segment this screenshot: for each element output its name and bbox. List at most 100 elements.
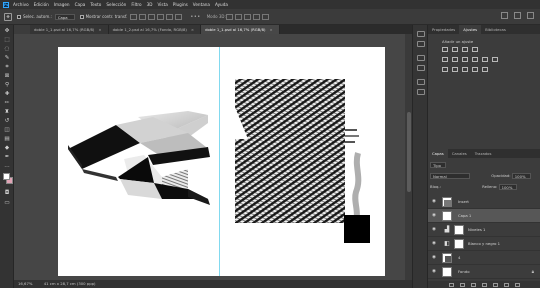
menu-edicion[interactable]: Edición (34, 2, 49, 7)
auto-select-checkbox[interactable] (17, 14, 21, 19)
menu-seleccion[interactable]: Selección (106, 2, 126, 7)
new-group-icon[interactable] (492, 282, 498, 287)
tab-doc-1[interactable]: doble 1_1.psd al 16,7% (RGB/8) × (30, 25, 109, 34)
blend-mode-dropdown[interactable]: Normal (430, 173, 470, 179)
menu-texto[interactable]: Texto (90, 2, 101, 7)
history-panel-icon[interactable] (417, 31, 425, 37)
gradient-map-icon[interactable] (472, 67, 478, 72)
layer-row[interactable]: ◉ Insert (428, 195, 540, 209)
blur-tool-icon[interactable]: ◆ (3, 145, 11, 152)
3d-slide-icon[interactable] (252, 13, 260, 20)
delete-layer-icon[interactable] (514, 282, 520, 287)
close-icon[interactable]: × (269, 27, 272, 32)
menu-plugins[interactable]: Plugins (173, 2, 188, 7)
menu-capa[interactable]: Capa (75, 2, 86, 7)
actions-panel-icon[interactable] (417, 89, 425, 95)
pen-tool-icon[interactable]: ✒ (3, 154, 11, 161)
scrollbar-thumb[interactable] (406, 112, 411, 192)
layer-style-icon[interactable] (459, 282, 465, 287)
eye-icon[interactable]: ◉ (432, 213, 438, 218)
frame-tool-icon[interactable]: ⊠ (3, 73, 11, 80)
align-top-icon[interactable] (157, 13, 165, 20)
layer-row[interactable]: ◉ ▟ Niveles 1 (428, 223, 540, 237)
layer-filter-dropdown[interactable]: Tipo (430, 162, 446, 168)
screen-mode-icon[interactable]: ▭ (3, 200, 11, 207)
brush-settings-panel-icon[interactable] (417, 41, 425, 47)
align-bottom-icon[interactable] (175, 13, 183, 20)
artboard-tool-icon[interactable]: ⬚ (3, 37, 11, 44)
search-icon[interactable] (501, 12, 508, 19)
align-right-icon[interactable] (148, 13, 156, 20)
tab-canales[interactable]: Canales (448, 149, 471, 158)
exposure-icon[interactable] (472, 47, 478, 52)
eyedropper-tool-icon[interactable]: ⚲ (3, 82, 11, 89)
auto-select-dropdown[interactable]: Capa (54, 13, 75, 20)
3d-rotate-icon[interactable] (225, 13, 233, 20)
menu-ventana[interactable]: Ventana (193, 2, 210, 7)
layer-row[interactable]: ◉ ◧ Blanco y negro 1 (428, 237, 540, 251)
lock-icon[interactable]: 🔒︎ (532, 269, 534, 275)
selective-color-icon[interactable] (482, 67, 488, 72)
tab-propiedades[interactable]: Propiedades (428, 25, 459, 34)
photoshop-logo-icon[interactable]: Ps (3, 1, 9, 8)
layer-name[interactable]: Insert (458, 195, 469, 209)
fill-input[interactable]: 100% (498, 184, 518, 190)
foreground-color-swatch[interactable] (3, 173, 10, 180)
channel-mixer-icon[interactable] (492, 57, 498, 62)
brightness-contrast-icon[interactable] (442, 47, 448, 52)
3d-pan-icon[interactable] (243, 13, 251, 20)
eye-icon[interactable]: ◉ (432, 269, 438, 274)
crop-tool-icon[interactable]: ⌗ (3, 64, 11, 71)
tab-trazados[interactable]: Trazados (471, 149, 496, 158)
curves-icon[interactable] (462, 47, 468, 52)
more-tools-icon[interactable]: … (3, 163, 11, 170)
invert-icon[interactable] (442, 67, 448, 72)
lasso-tool-icon[interactable]: ◌ (3, 46, 11, 53)
eye-icon[interactable]: ◉ (432, 255, 438, 260)
layer-row[interactable]: ◉ 4 (428, 251, 540, 265)
tab-ajustes[interactable]: Ajustes (459, 25, 482, 34)
vibrance-icon[interactable] (442, 57, 448, 62)
tab-bibliotecas[interactable]: Bibliotecas (481, 25, 510, 34)
levels-icon[interactable] (452, 47, 458, 52)
photo-filter-icon[interactable] (482, 57, 488, 62)
share-icon[interactable] (527, 12, 534, 19)
quick-mask-icon[interactable]: ◘ (3, 190, 11, 197)
tab-doc-3[interactable]: doble 1_1.psd al 16,7% (RGB/8) × (201, 25, 280, 34)
layer-row-selected[interactable]: ◉ Capa 1 (428, 209, 540, 223)
tab-doc-2[interactable]: doble 1_2.psd al 16,7% (Fondo, RGB/8) × (108, 25, 202, 34)
menu-imagen[interactable]: Imagen (54, 2, 70, 7)
brush-tool-icon[interactable]: ✏ (3, 100, 11, 107)
workspace-icon[interactable] (514, 12, 521, 19)
posterize-icon[interactable] (452, 67, 458, 72)
vertical-scrollbar[interactable] (405, 34, 412, 280)
black-white-icon[interactable] (472, 57, 478, 62)
layer-name[interactable]: Blanco y negro 1 (468, 237, 500, 251)
3d-roll-icon[interactable] (234, 13, 242, 20)
character-panel-icon[interactable] (417, 55, 425, 61)
quick-select-tool-icon[interactable]: ✎ (3, 55, 11, 62)
zoom-level[interactable]: 16,67% (18, 281, 32, 286)
new-layer-icon[interactable] (503, 282, 509, 287)
eye-icon[interactable]: ◉ (432, 227, 438, 232)
info-panel-icon[interactable] (417, 79, 425, 85)
new-adjustment-icon[interactable] (481, 282, 487, 287)
align-center-icon[interactable] (139, 13, 147, 20)
clone-stamp-tool-icon[interactable]: ♜ (3, 109, 11, 116)
document-canvas[interactable] (58, 47, 385, 276)
layer-row[interactable]: ◉ Fondo 🔒︎ (428, 265, 540, 279)
layer-name[interactable]: Capa 1 (458, 209, 471, 223)
tab-capas[interactable]: Capas (428, 149, 448, 158)
move-tool-icon[interactable]: ✥ (3, 28, 11, 35)
gradient-tool-icon[interactable]: ▤ (3, 136, 11, 143)
eye-icon[interactable]: ◉ (432, 241, 438, 246)
menu-archivo[interactable]: Archivo (13, 2, 29, 7)
align-middle-icon[interactable] (166, 13, 174, 20)
align-left-icon[interactable] (130, 13, 138, 20)
eye-icon[interactable]: ◉ (432, 199, 438, 204)
menu-ayuda[interactable]: Ayuda (215, 2, 228, 7)
opacity-input[interactable]: 100% (511, 173, 531, 179)
3d-scale-icon[interactable] (261, 13, 269, 20)
menu-3d[interactable]: 3D (147, 2, 153, 7)
threshold-icon[interactable] (462, 67, 468, 72)
